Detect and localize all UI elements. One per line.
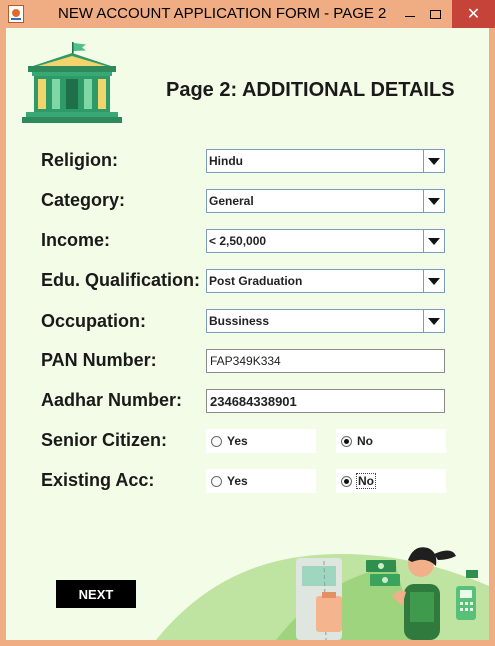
existing-account-label: Existing Acc: [41, 470, 155, 490]
senior-citizen-yes-label: Yes [227, 434, 248, 448]
education-dropdown-arrow[interactable] [423, 270, 444, 292]
income-value: < 2,50,000 [209, 234, 267, 248]
senior-citizen-no-label: No [357, 434, 373, 448]
next-button[interactable]: NEXT [56, 580, 136, 608]
title-bar[interactable]: NEW ACCOUNT APPLICATION FORM - PAGE 2 ✕ [0, 0, 495, 28]
occupation-value: Bussiness [209, 314, 270, 328]
existing-account-no-label: No [356, 473, 376, 489]
income-dropdown-arrow[interactable] [423, 230, 444, 252]
aadhar-number-field[interactable] [206, 389, 445, 413]
minimize-icon [405, 15, 415, 17]
religion-dropdown[interactable]: Hindu [206, 149, 445, 173]
chevron-down-icon [428, 157, 440, 165]
chevron-down-icon [428, 197, 440, 205]
radio-checked-icon [341, 435, 352, 447]
radio-unchecked-icon [211, 475, 222, 487]
income-label: Income: [41, 230, 111, 250]
education-dropdown[interactable]: Post Graduation [206, 269, 445, 293]
maximize-button[interactable] [420, 0, 450, 28]
page-title: Page 2: ADDITIONAL DETAILS [166, 79, 455, 101]
chevron-down-icon [428, 277, 440, 285]
close-button[interactable]: ✕ [452, 0, 495, 28]
category-dropdown-arrow[interactable] [423, 190, 444, 212]
category-dropdown[interactable]: General [206, 189, 445, 213]
form-content: Page 2: ADDITIONAL DETAILS Religion: Hin… [6, 28, 489, 640]
existing-account-no-radio[interactable]: No [336, 469, 446, 493]
religion-value: Hindu [209, 154, 243, 168]
close-icon: ✕ [466, 4, 481, 23]
window-title: NEW ACCOUNT APPLICATION FORM - PAGE 2 [58, 5, 387, 22]
category-label: Category: [41, 190, 126, 210]
aadhar-label: Aadhar Number: [41, 390, 183, 410]
education-value: Post Graduation [209, 274, 303, 288]
chevron-down-icon [428, 237, 440, 245]
religion-label: Religion: [41, 150, 118, 170]
senior-citizen-label: Senior Citizen: [41, 430, 168, 450]
banking-illustration [156, 547, 489, 640]
bank-building-icon [22, 42, 122, 123]
occupation-label: Occupation: [41, 311, 147, 331]
pan-number-field[interactable] [206, 349, 445, 373]
income-dropdown[interactable]: < 2,50,000 [206, 229, 445, 253]
existing-account-yes-label: Yes [227, 474, 248, 488]
chevron-down-icon [428, 317, 440, 325]
occupation-dropdown[interactable]: Bussiness [206, 309, 445, 333]
radio-checked-icon [341, 475, 352, 487]
education-label: Edu. Qualification: [41, 270, 201, 290]
senior-citizen-no-radio[interactable]: No [336, 429, 446, 453]
java-app-icon [8, 5, 24, 23]
maximize-icon [429, 9, 441, 19]
category-value: General [209, 194, 254, 208]
radio-unchecked-icon [211, 435, 222, 447]
religion-dropdown-arrow[interactable] [423, 150, 444, 172]
pan-label: PAN Number: [41, 350, 157, 370]
occupation-dropdown-arrow[interactable] [423, 310, 444, 332]
existing-account-yes-radio[interactable]: Yes [206, 469, 316, 493]
senior-citizen-yes-radio[interactable]: Yes [206, 429, 316, 453]
